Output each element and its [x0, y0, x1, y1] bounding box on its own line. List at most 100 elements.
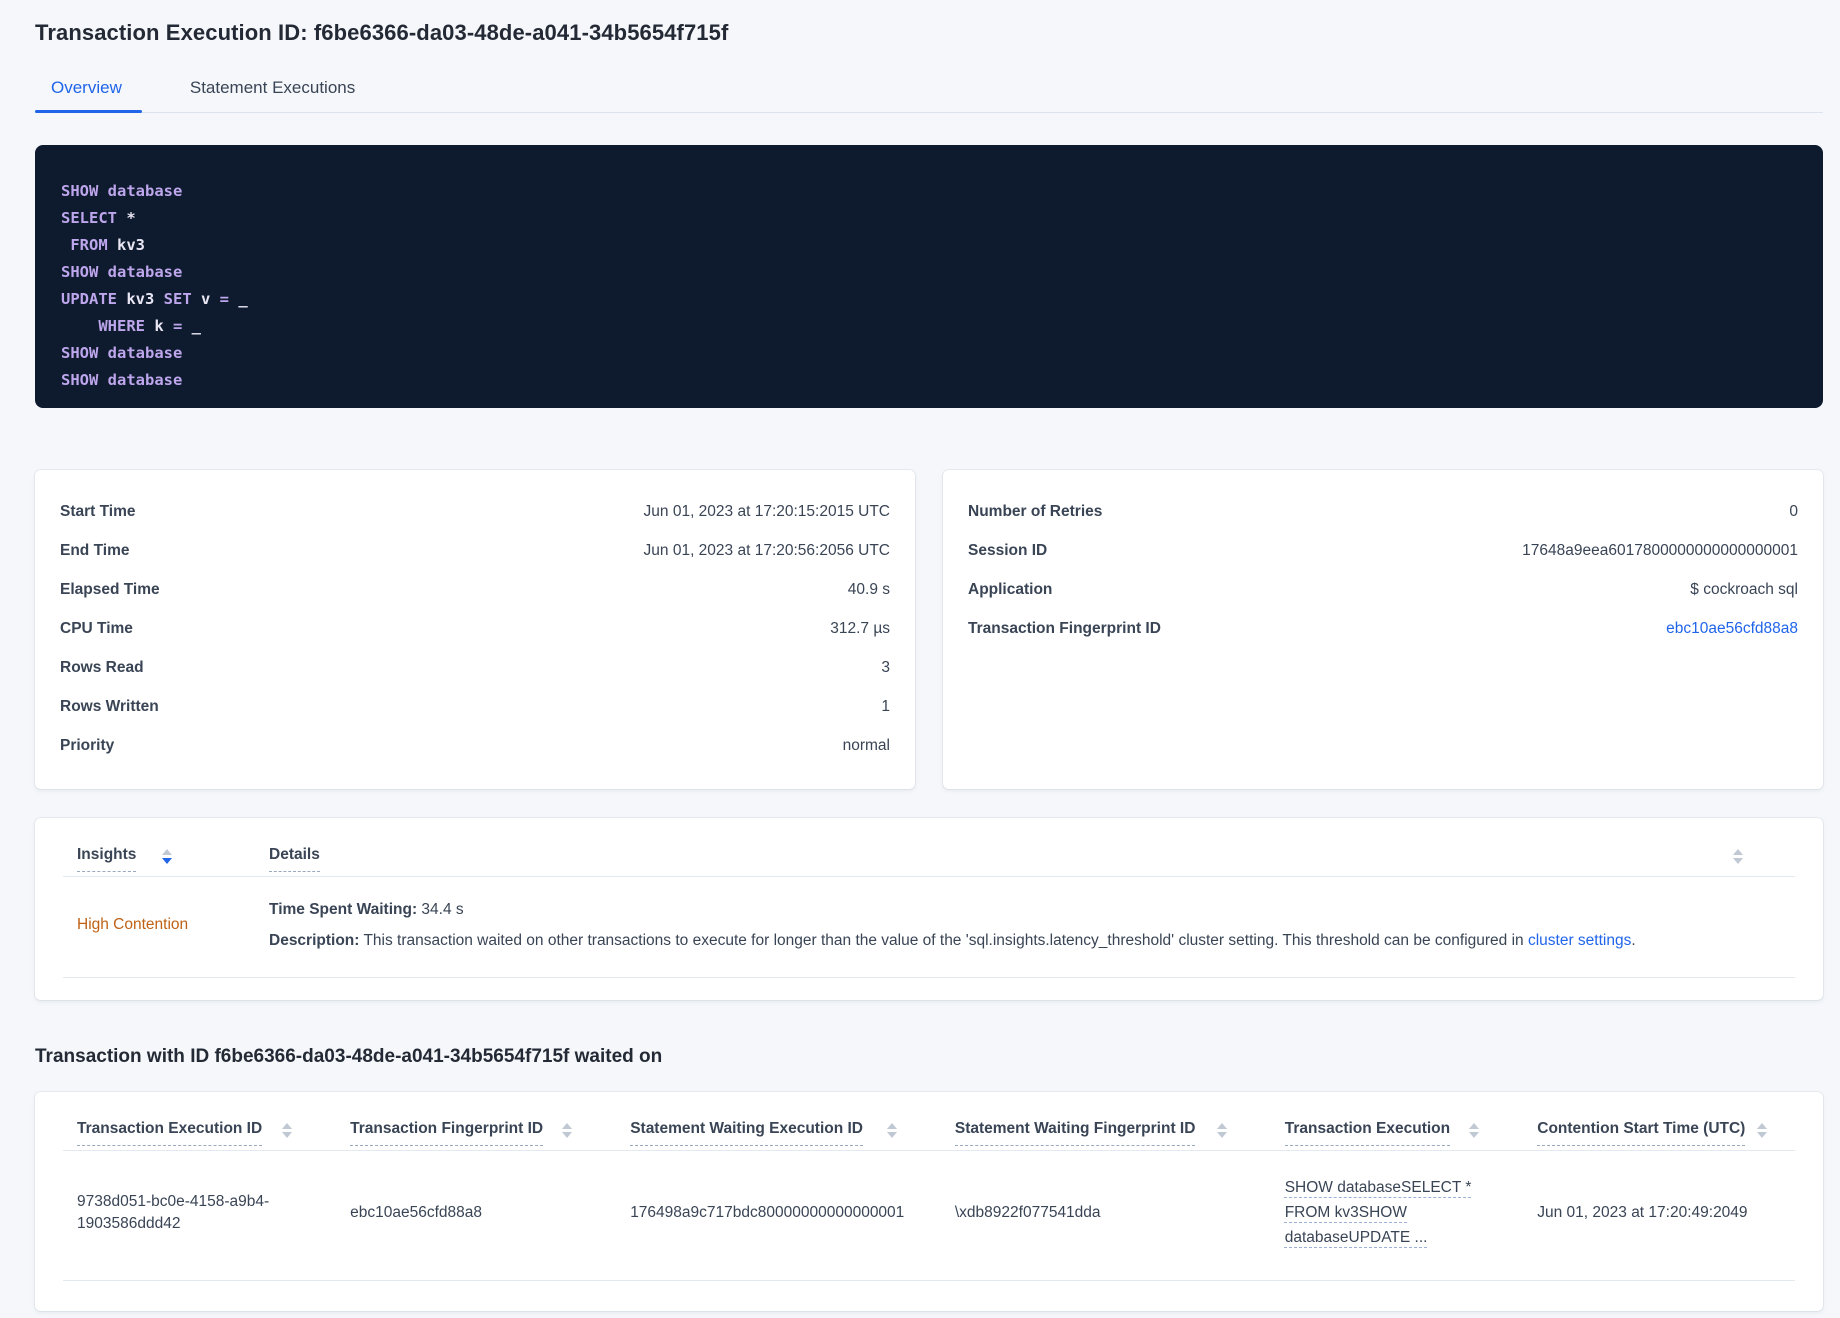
column-header-label[interactable]: Contention Start Time (UTC): [1537, 1120, 1746, 1146]
sort-icon[interactable]: [1469, 1123, 1480, 1138]
transaction-execution-statement-link[interactable]: SHOW databaseSELECT * FROM kv3SHOW datab…: [1285, 1179, 1472, 1246]
summary-label: Rows Read: [60, 658, 144, 676]
sql-token: SELECT: [61, 209, 117, 227]
session-summary-card: Number of Retries 0 Session ID 17648a9ee…: [943, 470, 1823, 789]
sql-line: SHOW database: [61, 367, 1795, 394]
sql-token: =: [173, 317, 183, 335]
sort-up-icon: [886, 1123, 897, 1129]
sort-icon[interactable]: [886, 1123, 897, 1138]
summary-label: Priority: [60, 736, 115, 754]
sort-icon[interactable]: [162, 849, 173, 864]
time-spent-waiting-label: Time Spent Waiting:: [269, 901, 418, 918]
summary-label: Rows Written: [60, 697, 159, 715]
tab-overview[interactable]: Overview: [35, 74, 142, 113]
insight-type-badge: High Contention: [77, 916, 189, 933]
summary-row-session-id: Session ID 17648a9eea6017800000000000000…: [968, 531, 1798, 570]
summary-row-rows-written: Rows Written 1: [60, 687, 890, 726]
sort-up-icon: [1216, 1123, 1227, 1129]
time-spent-waiting-value: 34.4 s: [417, 901, 464, 918]
sql-line: WHERE k = _: [61, 313, 1795, 340]
sort-down-icon: [1469, 1132, 1480, 1138]
sql-token: _: [182, 317, 202, 335]
rows-written-value: 1: [881, 697, 890, 715]
summary-row-rows-read: Rows Read 3: [60, 648, 890, 687]
tab-bar: Overview Statement Executions: [35, 74, 1823, 113]
insights-table-header: Insights Details: [63, 834, 1795, 877]
application-value: $ cockroach sql: [1690, 580, 1798, 598]
column-header-label[interactable]: Statement Waiting Fingerprint ID: [954, 1120, 1196, 1146]
transaction-fingerprint-link[interactable]: ebc10ae56cfd88a8: [1666, 620, 1798, 638]
summary-cards-row: Start Time Jun 01, 2023 at 17:20:15:2015…: [35, 470, 1823, 789]
sort-down-icon: [1216, 1132, 1227, 1138]
description-text: This transaction waited on other transac…: [359, 932, 1528, 949]
summary-label: Elapsed Time: [60, 580, 160, 598]
end-time-value: Jun 01, 2023 at 17:20:56:2056 UTC: [643, 541, 890, 559]
sort-icon[interactable]: [282, 1123, 293, 1138]
sql-token: _: [229, 290, 248, 308]
elapsed-time-value: 40.9 s: [847, 580, 890, 598]
sort-icon[interactable]: [1733, 849, 1743, 864]
summary-label: Number of Retries: [968, 502, 1103, 520]
column-header-transaction-fingerprint-id[interactable]: Transaction Fingerprint ID: [350, 1120, 630, 1146]
cpu-time-value: 312.7 µs: [830, 619, 890, 637]
sql-token: v: [191, 290, 220, 308]
column-header-label[interactable]: Statement Waiting Execution ID: [630, 1120, 863, 1146]
insights-column-header[interactable]: Insights: [77, 846, 269, 872]
column-header-statement-waiting-fingerprint-id[interactable]: Statement Waiting Fingerprint ID: [954, 1120, 1285, 1146]
insights-header-label[interactable]: Insights: [77, 846, 137, 872]
summary-label: Transaction Fingerprint ID: [968, 619, 1161, 637]
summary-row-end-time: End Time Jun 01, 2023 at 17:20:56:2056 U…: [60, 531, 890, 570]
sort-up-icon: [1757, 1123, 1767, 1129]
priority-value: normal: [842, 736, 890, 754]
sql-token: kv3: [107, 236, 145, 254]
sort-up-icon: [162, 849, 173, 855]
sort-down-icon: [562, 1132, 573, 1138]
sort-up-icon: [562, 1123, 573, 1129]
column-header-label[interactable]: Transaction Execution ID: [77, 1120, 263, 1146]
description-label: Description:: [269, 932, 360, 949]
sql-token: SET: [163, 290, 192, 308]
sort-icon[interactable]: [1216, 1123, 1227, 1138]
summary-row-elapsed-time: Elapsed Time 40.9 s: [60, 570, 890, 609]
column-header-label[interactable]: Transaction Fingerprint ID: [350, 1120, 544, 1146]
column-header-label[interactable]: Transaction Execution: [1284, 1120, 1451, 1146]
column-header-transaction-execution[interactable]: Transaction Execution: [1284, 1120, 1538, 1146]
sql-token: WHERE: [98, 317, 145, 335]
execution-summary-card: Start Time Jun 01, 2023 at 17:20:15:2015…: [35, 470, 915, 789]
sql-line: FROM kv3: [61, 232, 1795, 259]
transaction-execution-page: Transaction Execution ID: f6be6366-da03-…: [0, 0, 1840, 1311]
sort-icon[interactable]: [1757, 1123, 1767, 1138]
sql-line: SHOW database: [61, 178, 1795, 205]
details-column-header[interactable]: Details: [269, 846, 1795, 872]
time-spent-waiting-line: Time Spent Waiting: 34.4 s: [269, 899, 1795, 920]
sort-down-icon: [162, 858, 173, 864]
summary-label: CPU Time: [60, 619, 133, 637]
waited-on-heading: Transaction with ID f6be6366-da03-48de-a…: [35, 1046, 663, 1067]
sort-down-icon: [1733, 858, 1743, 864]
sort-down-icon: [282, 1132, 293, 1138]
summary-row-cpu-time: CPU Time 312.7 µs: [60, 609, 890, 648]
sort-icon[interactable]: [562, 1123, 573, 1138]
sql-token: SHOW database: [61, 182, 183, 200]
sql-token: SHOW database: [61, 263, 183, 281]
sql-token: UPDATE: [61, 290, 117, 308]
tab-statement-executions[interactable]: Statement Executions: [170, 74, 375, 112]
sort-up-icon: [1469, 1123, 1480, 1129]
details-header-label[interactable]: Details: [269, 846, 320, 872]
sql-token: k: [145, 317, 173, 335]
sql-statements-box: SHOW database SELECT * FROM kv3 SHOW dat…: [35, 145, 1823, 408]
session-id-value: 17648a9eea6017800000000000000001: [1522, 541, 1798, 559]
column-header-contention-start-time[interactable]: Contention Start Time (UTC): [1537, 1120, 1795, 1146]
cell-statement-waiting-fingerprint-id: \xdb8922f077541dda: [954, 1203, 1101, 1221]
summary-label: Application: [968, 580, 1053, 598]
summary-row-transaction-fingerprint: Transaction Fingerprint ID ebc10ae56cfd8…: [968, 609, 1798, 648]
sort-down-icon: [1757, 1132, 1767, 1138]
column-header-statement-waiting-execution-id[interactable]: Statement Waiting Execution ID: [630, 1120, 955, 1146]
summary-label: Session ID: [968, 541, 1048, 559]
cluster-settings-link[interactable]: cluster settings: [1528, 932, 1631, 949]
column-header-transaction-execution-id[interactable]: Transaction Execution ID: [77, 1120, 350, 1146]
sql-token: SHOW database: [61, 344, 183, 362]
summary-row-application: Application $ cockroach sql: [968, 570, 1798, 609]
